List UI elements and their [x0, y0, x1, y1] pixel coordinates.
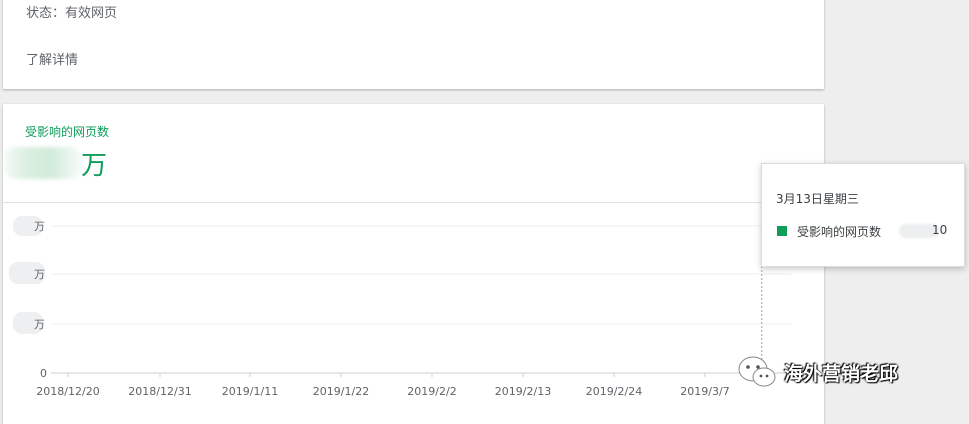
- y-tick-label: 万: [34, 220, 45, 233]
- status-text: 状态：有效网页: [26, 6, 118, 21]
- tooltip-date: 3月13日星期三: [776, 192, 859, 206]
- y-tick-label: 0: [40, 367, 47, 380]
- x-tick-label: 2019/2/13: [495, 385, 551, 398]
- tooltip-value-suffix: 10: [932, 223, 948, 237]
- watermark-text: 海外营销老邱: [784, 362, 899, 385]
- affected-pages-card: 受影响的网页数 万 0 万万万 2018/12/20 2018/12/31 2019/1…: [3, 104, 824, 424]
- status-card: 状态：有效网页 了解详情: [3, 0, 824, 89]
- x-tick-label: 2019/1/22: [313, 385, 369, 398]
- x-tick-label: 2019/3/7: [680, 385, 729, 398]
- chart-tooltip: 3月13日星期三 受影响的网页数 10: [761, 163, 965, 267]
- wechat-icon: [738, 356, 776, 387]
- watermark: 海外营销老邱: [736, 352, 898, 392]
- tooltip-series-name: 受影响的网页数: [797, 225, 882, 239]
- x-tick-label: 2019/2/2: [407, 385, 456, 398]
- learn-more-link[interactable]: 了解详情: [26, 49, 78, 68]
- y-tick-label: 万: [34, 318, 45, 331]
- tooltip-series-swatch: [777, 226, 787, 236]
- x-tick-label: 2019/1/11: [222, 385, 278, 398]
- affected-pages-chart[interactable]: 0万万万2018/12/20 2018/12/31 2019/1/11 2019/1/…: [3, 104, 824, 414]
- y-tick-label: 万: [34, 268, 45, 281]
- x-tick-label: 2018/12/31: [128, 385, 191, 398]
- x-tick-label: 2018/12/20: [36, 385, 99, 398]
- x-tick-label: 2019/2/24: [586, 385, 642, 398]
